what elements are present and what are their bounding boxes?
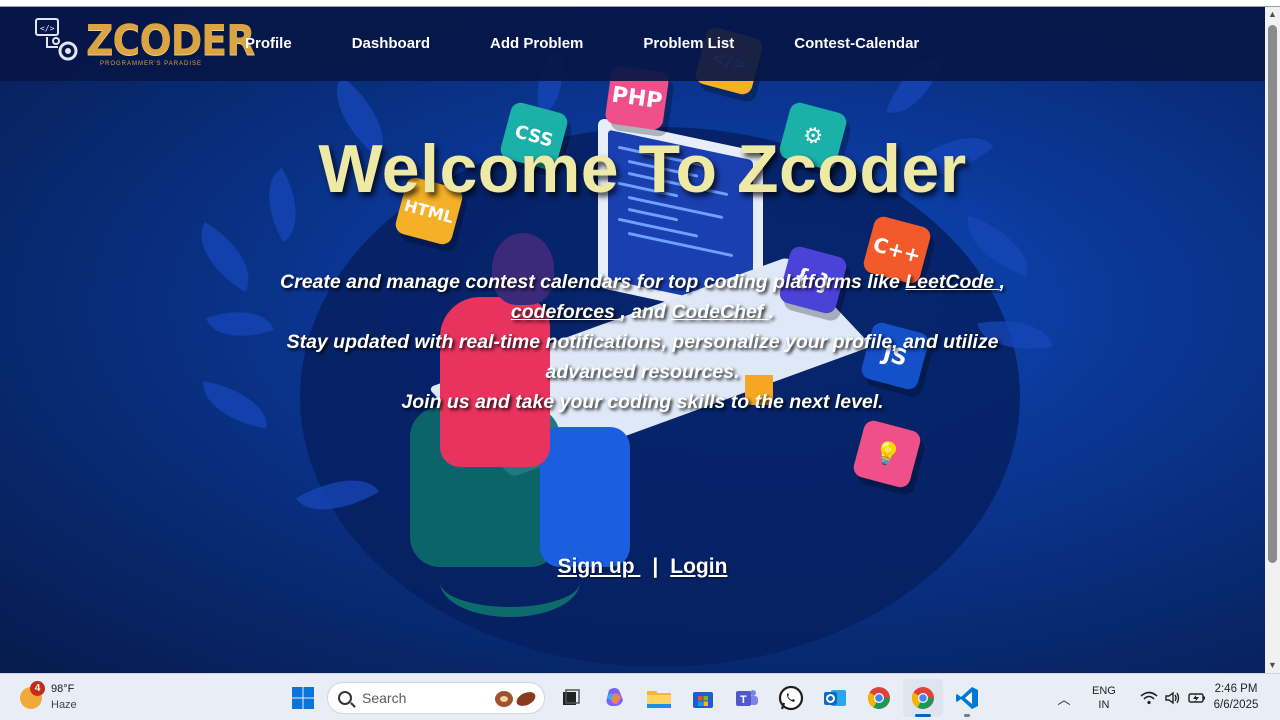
- weather-widget[interactable]: 4 98°F Haze: [18, 681, 98, 715]
- svg-text:T: T: [740, 694, 747, 706]
- chrome-icon: [912, 687, 934, 709]
- hero-desc-line3: Join us and take your coding skills to t…: [401, 391, 884, 413]
- page-viewport: PHP CSS HTML C++ { } JS </> ⚙ 💡 </> ZCOD…: [0, 7, 1265, 673]
- nav-link-dashboard[interactable]: Dashboard: [352, 35, 430, 52]
- copilot-button[interactable]: [595, 679, 635, 717]
- auth-links: Sign up | Login: [0, 555, 1265, 579]
- teams-button[interactable]: T: [727, 679, 767, 717]
- wifi-icon[interactable]: [1138, 689, 1160, 707]
- start-button[interactable]: [283, 679, 323, 717]
- search-icon: [338, 691, 352, 705]
- folder-icon: [647, 691, 671, 708]
- chevron-up-icon[interactable]: ︿: [1054, 689, 1074, 708]
- vscode-button[interactable]: [947, 679, 987, 717]
- teams-icon: T: [736, 690, 758, 706]
- logo-text: ZCODER: [86, 15, 256, 65]
- nav-link-contest-calendar[interactable]: Contest-Calendar: [794, 35, 919, 52]
- hero-desc-text: Create and manage contest calendars for …: [280, 271, 906, 293]
- file-explorer-button[interactable]: [639, 679, 679, 717]
- outlook-button[interactable]: [815, 679, 855, 717]
- whatsapp-button[interactable]: [771, 679, 811, 717]
- scroll-down-arrow-icon[interactable]: ▼: [1265, 658, 1280, 673]
- weather-badge: 4: [30, 681, 45, 696]
- store-button[interactable]: [683, 679, 723, 717]
- scroll-up-arrow-icon[interactable]: ▲: [1265, 7, 1280, 22]
- auth-separator: |: [652, 555, 659, 578]
- whatsapp-icon: [778, 685, 804, 711]
- search-highlight-icon: [495, 691, 536, 707]
- copilot-icon: [606, 688, 623, 706]
- logo-tagline: PROGRAMMER'S PARADISE: [100, 61, 203, 67]
- codeforces-link[interactable]: codeforces: [511, 301, 620, 323]
- task-view-icon: [563, 689, 580, 705]
- nav-link-problem-list[interactable]: Problem List: [643, 35, 734, 52]
- navbar: </> ZCODER PROGRAMMER'S PARADISE Profile…: [0, 7, 1265, 81]
- legs-illustration: [540, 427, 630, 567]
- language-code: ENG: [1092, 685, 1116, 697]
- weather-temperature: 98°F: [51, 683, 75, 695]
- chrome-icon: [868, 687, 890, 709]
- login-link[interactable]: Login: [670, 555, 727, 578]
- hero-desc-period: .: [768, 301, 775, 323]
- hero-desc-line2: Stay updated with real-time notification…: [286, 331, 999, 383]
- taskbar-apps: Search T: [283, 679, 991, 717]
- system-tray: ︿ ENG IN: [1054, 682, 1210, 714]
- active-app-indicator: [915, 714, 931, 717]
- nav-links: Profile Dashboard Add Problem Problem Li…: [245, 35, 979, 52]
- windows-taskbar: 4 98°F Haze Search T ︿ ENG IN 2:46 PM 6/…: [0, 673, 1280, 720]
- nav-link-profile[interactable]: Profile: [245, 35, 292, 52]
- running-app-indicator: [964, 714, 970, 717]
- chrome-button[interactable]: [859, 679, 899, 717]
- nav-link-add-problem[interactable]: Add Problem: [490, 35, 583, 52]
- outlook-icon: [824, 690, 846, 706]
- task-view-button[interactable]: [551, 679, 591, 717]
- logo-gear-icon: </>: [35, 18, 78, 61]
- chrome-active-button[interactable]: [903, 679, 943, 717]
- page-scrollbar[interactable]: ▲ ▼: [1265, 7, 1280, 673]
- hero-title: Welcome To Zcoder: [318, 131, 967, 207]
- hero-description: Create and manage contest calendars for …: [260, 267, 1025, 417]
- vscode-icon: [956, 687, 978, 709]
- search-placeholder: Search: [362, 690, 407, 706]
- hero-desc-comma: ,: [999, 271, 1005, 293]
- leetcode-link[interactable]: LeetCode: [905, 271, 999, 293]
- clock-date: 6/6/2025: [1213, 699, 1259, 711]
- microsoft-store-icon: [693, 692, 713, 708]
- hero-desc-and: , and: [620, 301, 672, 323]
- language-indicator[interactable]: ENG IN: [1092, 684, 1116, 712]
- windows-start-icon: [292, 687, 314, 709]
- taskbar-search-box[interactable]: Search: [327, 682, 545, 714]
- leaf-decoration: [184, 222, 266, 292]
- volume-icon[interactable]: [1162, 689, 1184, 707]
- codechef-link[interactable]: CodeChef: [671, 301, 769, 323]
- scroll-thumb[interactable]: [1268, 25, 1277, 563]
- taskbar-clock[interactable]: 2:46 PM 6/6/2025: [1205, 681, 1267, 713]
- browser-top-strip: [0, 0, 1280, 7]
- signup-link[interactable]: Sign up: [558, 555, 641, 578]
- zcoder-logo[interactable]: </> ZCODER PROGRAMMER'S PARADISE: [34, 15, 256, 71]
- svg-text:</>: </>: [40, 24, 55, 33]
- language-region: IN: [1098, 699, 1110, 711]
- clock-time: 2:46 PM: [1214, 683, 1258, 695]
- weather-condition: Haze: [51, 699, 77, 711]
